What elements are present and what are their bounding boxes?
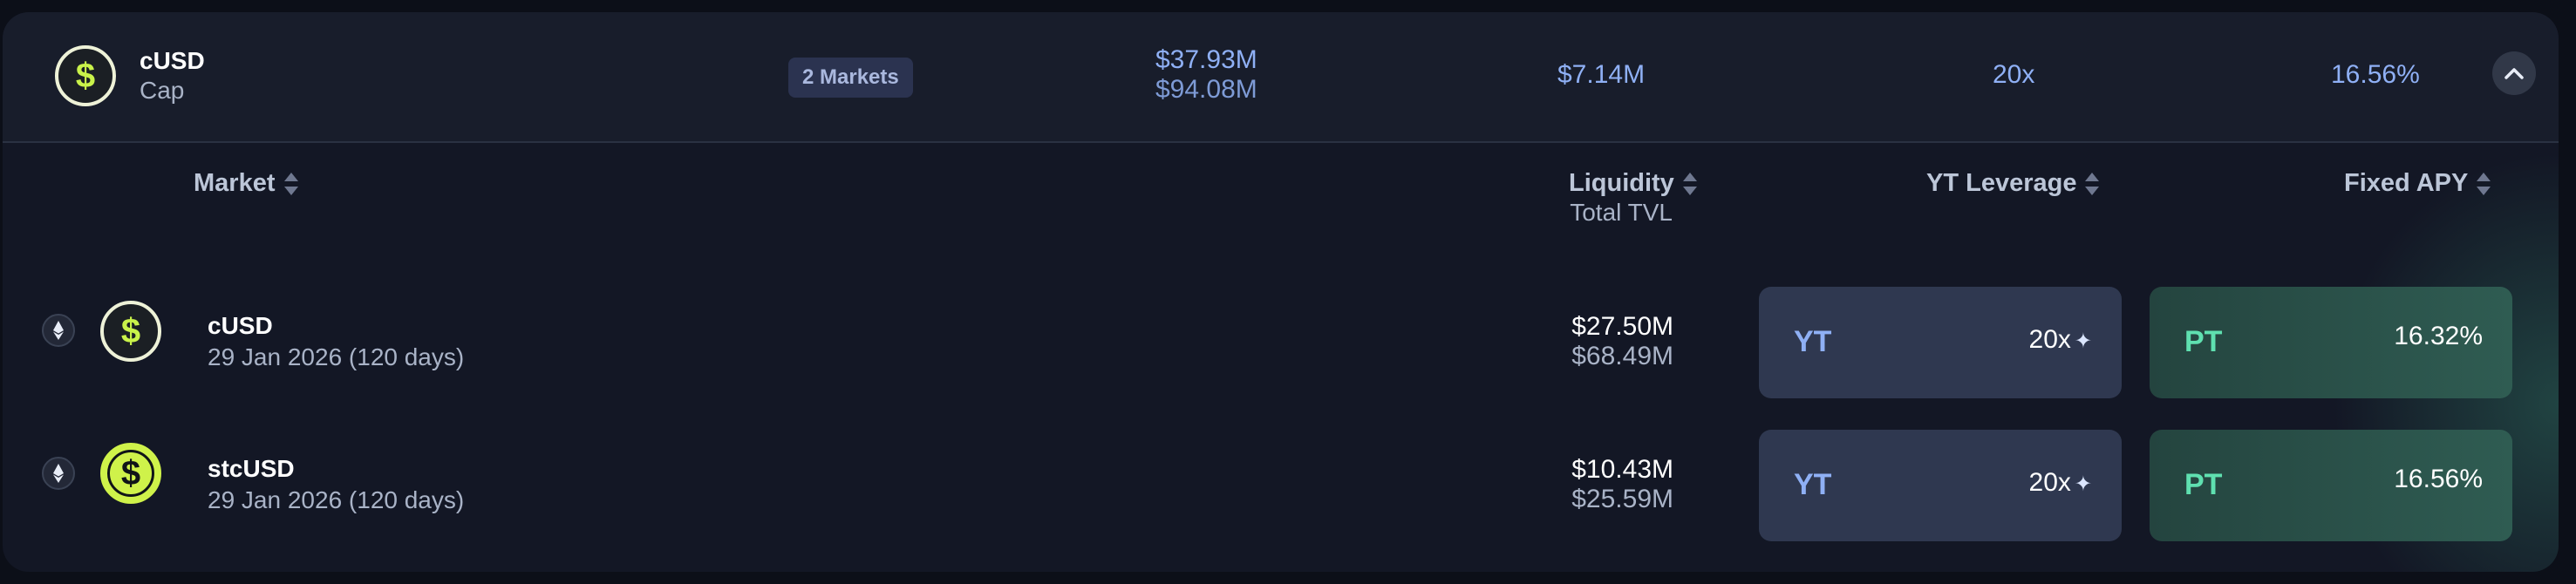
column-header-liquidity[interactable]: Liquidity xyxy=(1569,169,1697,198)
column-header-fixed-apy[interactable]: Fixed APY xyxy=(2344,169,2491,198)
pt-fixed-apy-value: 16.56% xyxy=(2394,465,2483,493)
market-total-tvl: $68.49M xyxy=(1571,342,1673,370)
group-liquidity: $37.93M xyxy=(1155,45,1257,74)
markets-count-badge: 2 Markets xyxy=(788,58,913,98)
market-liquidity: $10.43M xyxy=(1571,455,1673,484)
market-row[interactable]: $ cUSD 29 Jan 2026 (120 days) $27.50M $6… xyxy=(3,274,2559,404)
cusd-coin-icon: $ xyxy=(100,301,161,362)
sort-icon xyxy=(2085,171,2100,197)
group-name: cUSD xyxy=(140,47,205,74)
group-header[interactable]: $ cUSD Cap 2 Markets $37.93M $94.08M $7.… xyxy=(3,12,2559,143)
market-group-card: $ cUSD Cap 2 Markets $37.93M $94.08M $7.… xyxy=(3,12,2559,572)
pt-trade-button[interactable]: PT 16.32% xyxy=(2150,287,2512,398)
market-maturity-date: 29 Jan 2026 (120 days) xyxy=(208,486,465,513)
column-header-market[interactable]: Market xyxy=(194,169,298,198)
yt-trade-button[interactable]: YT 20x ✦ xyxy=(1759,287,2122,398)
cusd-coin-icon: $ xyxy=(55,45,116,106)
chevron-up-icon xyxy=(2504,68,2524,79)
group-leverage: 20x xyxy=(1993,60,2035,89)
sort-icon xyxy=(283,171,298,197)
sort-icon xyxy=(1682,171,1697,197)
pt-fixed-apy-value: 16.32% xyxy=(2394,322,2483,350)
sparkle-icon: ✦ xyxy=(2074,329,2092,353)
ethereum-icon xyxy=(42,314,75,347)
market-name: cUSD xyxy=(208,312,273,339)
ethereum-icon xyxy=(42,457,75,490)
collapse-button[interactable] xyxy=(2492,51,2536,95)
market-maturity-date: 29 Jan 2026 (120 days) xyxy=(208,343,465,370)
stcusd-coin-icon: $ xyxy=(100,443,161,504)
group-volume: $7.14M xyxy=(1557,60,1646,89)
group-total-tvl: $94.08M xyxy=(1155,75,1257,104)
pt-trade-button[interactable]: PT 16.56% xyxy=(2150,430,2512,541)
yt-leverage-value: 20x xyxy=(2028,468,2071,497)
market-liquidity: $27.50M xyxy=(1571,312,1673,341)
group-apy: 16.56% xyxy=(2331,60,2420,89)
column-subheader-total-tvl: Total TVL xyxy=(1570,199,1673,226)
sparkle-icon: ✦ xyxy=(2074,472,2092,496)
market-total-tvl: $25.59M xyxy=(1571,485,1673,513)
market-row[interactable]: $ stcUSD 29 Jan 2026 (120 days) $10.43M … xyxy=(3,417,2559,547)
yt-trade-button[interactable]: YT 20x ✦ xyxy=(1759,430,2122,541)
group-subtitle: Cap xyxy=(140,77,185,104)
yt-leverage-value: 20x xyxy=(2028,325,2071,354)
market-name: stcUSD xyxy=(208,455,295,482)
sort-icon xyxy=(2477,171,2491,197)
column-header-yt-leverage[interactable]: YT Leverage xyxy=(1926,169,2100,198)
